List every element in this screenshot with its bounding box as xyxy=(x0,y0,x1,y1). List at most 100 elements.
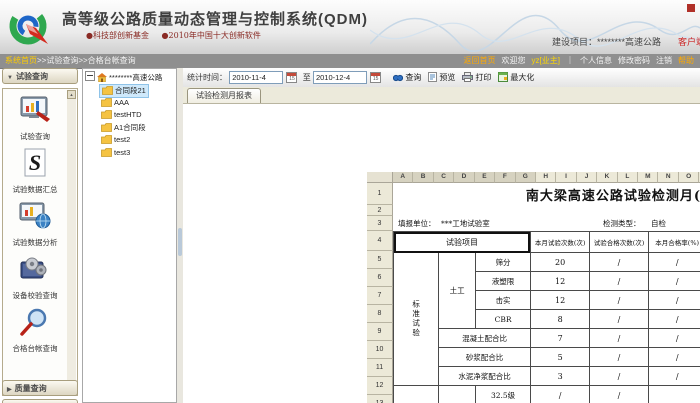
column-letter-K[interactable]: K xyxy=(597,172,617,183)
report-item-cell[interactable]: 水泥净浆配合比 xyxy=(439,367,531,386)
column-letter-J[interactable]: J xyxy=(577,172,597,183)
column-letter-D[interactable]: D xyxy=(454,172,474,183)
accordion-header-test-query[interactable]: ▼试验查询 xyxy=(2,68,78,84)
row-number-8[interactable]: 8 xyxy=(367,305,393,323)
nav-link[interactable]: 返回首页 xyxy=(464,56,496,65)
report-value-cell[interactable]: / xyxy=(648,348,700,367)
tree-node-A1合同段[interactable]: A1合同段 xyxy=(99,122,148,134)
report-value-cell[interactable]: / xyxy=(648,253,700,272)
report-item-cell[interactable]: 混凝土配合比 xyxy=(439,329,531,348)
tab-monthly-report[interactable]: 试验检测月报表 xyxy=(187,88,261,103)
date-to-input[interactable] xyxy=(313,71,367,84)
row-number-7[interactable]: 7 xyxy=(367,287,393,305)
calendar-icon[interactable] xyxy=(370,72,381,83)
row-number-4[interactable]: 4 xyxy=(367,231,393,251)
report-category-cell[interactable]: 标准试验 xyxy=(394,253,439,386)
report-group-cell[interactable]: 土工 xyxy=(439,253,476,329)
column-letter-C[interactable]: C xyxy=(434,172,454,183)
tree-node-AAA[interactable]: AAA xyxy=(99,97,131,109)
tree-root-node[interactable]: ********高速公路 xyxy=(85,71,162,83)
row-number-3[interactable]: 3 xyxy=(367,216,393,231)
report-value-cell[interactable] xyxy=(648,386,700,403)
column-letter-A[interactable]: A xyxy=(393,172,413,183)
report-item-cell[interactable]: 32.5级 xyxy=(476,386,531,403)
sheet-corner-cell[interactable] xyxy=(367,172,393,183)
report-value-cell[interactable]: 7 xyxy=(530,329,589,348)
report-value-cell[interactable]: / xyxy=(590,367,648,386)
report-value-cell[interactable]: / xyxy=(590,253,648,272)
accordion-header-quality-query[interactable]: ▶质量查询 xyxy=(2,380,78,396)
report-value-cell[interactable]: / xyxy=(648,367,700,386)
report-value-cell[interactable]: 5 xyxy=(530,348,589,367)
column-letter-L[interactable]: L xyxy=(618,172,638,183)
toolbar-button-查询[interactable]: 查询 xyxy=(393,68,421,87)
report-value-cell[interactable]: / xyxy=(590,329,648,348)
report-value-cell[interactable]: / xyxy=(590,310,648,329)
nav-link[interactable]: yz[业主] xyxy=(532,56,560,65)
column-letter-G[interactable]: G xyxy=(516,172,536,183)
report-col-header[interactable]: 试验项目 xyxy=(394,232,531,253)
report-col-header[interactable]: 本月试验次数(次) xyxy=(530,232,589,253)
report-value-cell[interactable]: / xyxy=(590,272,648,291)
row-number-11[interactable]: 11 xyxy=(367,359,393,377)
row-number-10[interactable]: 10 xyxy=(367,341,393,359)
report-value-cell[interactable]: / xyxy=(530,386,589,403)
report-value-cell[interactable]: / xyxy=(648,329,700,348)
report-value-cell[interactable]: / xyxy=(648,272,700,291)
column-letter-F[interactable]: F xyxy=(495,172,515,183)
sidebar-item-试验数据分析[interactable]: 试验数据分析 xyxy=(4,201,66,248)
column-letter-I[interactable]: I xyxy=(556,172,576,183)
column-letter-B[interactable]: B xyxy=(413,172,433,183)
report-item-cell[interactable]: 击实 xyxy=(476,291,531,310)
nav-link[interactable]: 注销 xyxy=(656,56,672,65)
calendar-icon[interactable] xyxy=(286,72,297,83)
report-item-cell[interactable]: 砂浆配合比 xyxy=(439,348,531,367)
accordion-header-clipped[interactable] xyxy=(2,399,78,403)
scroll-up-icon[interactable]: ▲ xyxy=(67,90,76,99)
tree-node-testHTD[interactable]: testHTD xyxy=(99,109,144,121)
tree-node-test2[interactable]: test2 xyxy=(99,134,132,146)
row-number-9[interactable]: 9 xyxy=(367,323,393,341)
sidebar-item-试验数据汇总[interactable]: S试验数据汇总 xyxy=(4,148,66,195)
row-number-5[interactable]: 5 xyxy=(367,251,393,269)
nav-link[interactable]: 个人信息 xyxy=(580,56,612,65)
sidebar-item-设备校验查询[interactable]: 设备校验查询 xyxy=(4,254,66,301)
report-value-cell[interactable]: 20 xyxy=(530,253,589,272)
report-item-cell[interactable]: 液塑限 xyxy=(476,272,531,291)
report-value-cell[interactable]: 8 xyxy=(530,310,589,329)
sidebar-scrollbar[interactable]: ▲ ▼ xyxy=(67,90,76,394)
report-value-cell[interactable]: / xyxy=(648,310,700,329)
report-value-cell[interactable]: / xyxy=(590,348,648,367)
sidebar-item-合格台帐查询[interactable]: 合格台帐查询 xyxy=(4,307,66,354)
report-value-cell[interactable]: / xyxy=(648,291,700,310)
collapse-icon[interactable] xyxy=(85,71,95,81)
report-item-cell[interactable]: CBR xyxy=(476,310,531,329)
column-letter-M[interactable]: M xyxy=(638,172,658,183)
nav-link[interactable]: 帮助 xyxy=(678,56,694,65)
row-number-6[interactable]: 6 xyxy=(367,269,393,287)
report-value-cell[interactable]: / xyxy=(590,291,648,310)
sidebar-item-试验查询[interactable]: 试验查询 xyxy=(4,95,66,142)
toolbar-button-打印[interactable]: 打印 xyxy=(462,68,491,87)
toolbar-button-最大化[interactable]: 最大化 xyxy=(498,68,534,87)
column-letter-E[interactable]: E xyxy=(475,172,495,183)
toolbar-button-预览[interactable]: 预览 xyxy=(428,68,455,87)
report-col-header[interactable]: 试验合格次数(次) xyxy=(590,232,648,253)
tree-node-test3[interactable]: test3 xyxy=(99,147,132,159)
row-number-12[interactable]: 12 xyxy=(367,377,393,395)
splitter-handle-icon[interactable] xyxy=(178,228,182,256)
column-letter-H[interactable]: H xyxy=(536,172,556,183)
report-value-cell[interactable]: 12 xyxy=(530,291,589,310)
report-value-cell[interactable]: 3 xyxy=(530,367,589,386)
column-letter-N[interactable]: N xyxy=(658,172,678,183)
nav-link[interactable]: 修改密码 xyxy=(618,56,650,65)
row-number-1[interactable]: 1 xyxy=(367,183,393,205)
date-from-input[interactable] xyxy=(229,71,283,84)
report-category-cell[interactable]: 原材料试验 xyxy=(394,386,439,403)
report-group-cell[interactable]: 水泥 xyxy=(439,386,476,403)
column-letter-O[interactable]: O xyxy=(679,172,699,183)
report-value-cell[interactable]: 12 xyxy=(530,272,589,291)
report-value-cell[interactable]: / xyxy=(590,386,648,403)
report-col-header[interactable]: 本月合格率(%) xyxy=(648,232,700,253)
client-download-link[interactable]: 客户端下载 xyxy=(678,35,700,48)
